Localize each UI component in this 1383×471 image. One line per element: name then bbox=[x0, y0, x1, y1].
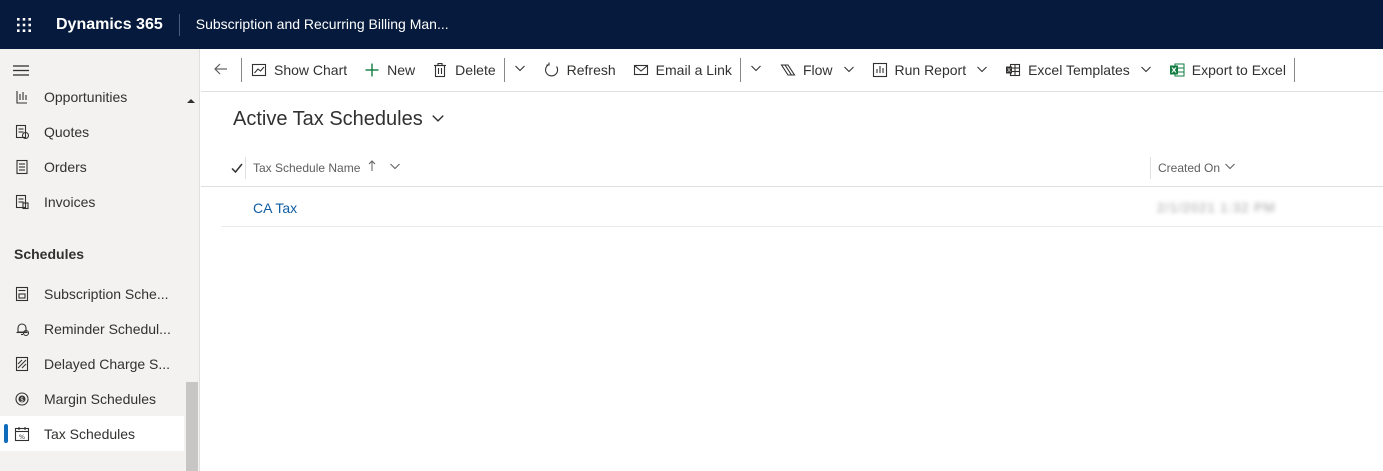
sidebar-item-label: Margin Schedules bbox=[44, 390, 157, 407]
sidebar-item-delayed-charge-schedules[interactable]: Delayed Charge S... bbox=[0, 346, 184, 381]
show-chart-label: Show Chart bbox=[274, 62, 348, 78]
table-row[interactable]: CA Tax 2/1/2021 1:32 PM bbox=[221, 188, 1383, 227]
invoice-icon bbox=[13, 193, 31, 211]
sidebar-scrollbar[interactable] bbox=[186, 382, 198, 471]
delete-button[interactable]: Delete bbox=[423, 49, 503, 92]
refresh-icon bbox=[543, 61, 561, 79]
sidebar-item-label: Opportunities bbox=[44, 88, 128, 105]
reminder-schedule-icon bbox=[13, 320, 31, 338]
command-bar: Show Chart New Delete Refresh Email a Li… bbox=[201, 49, 1383, 92]
export-excel-button[interactable]: X Export to Excel bbox=[1160, 49, 1294, 92]
sidebar-item-tax-schedules[interactable]: % Tax Schedules bbox=[0, 416, 184, 451]
column-divider bbox=[1150, 157, 1151, 179]
flow-icon bbox=[779, 61, 797, 79]
chevron-down-icon bbox=[389, 160, 401, 175]
more-email-options-button[interactable] bbox=[741, 49, 771, 92]
excel-template-icon: X bbox=[1004, 61, 1022, 79]
divider bbox=[1293, 58, 1295, 82]
svg-text:$: $ bbox=[20, 396, 24, 403]
tax-schedule-name-link[interactable]: CA Tax bbox=[253, 200, 297, 216]
chevron-down-icon bbox=[1224, 160, 1236, 175]
view-title: Active Tax Schedules bbox=[233, 108, 423, 130]
top-bar: Dynamics 365 Subscription and Recurring … bbox=[0, 0, 1383, 49]
email-link-icon bbox=[632, 61, 650, 79]
back-arrow-icon bbox=[213, 61, 229, 80]
sidebar-item-invoices[interactable]: Invoices bbox=[0, 184, 184, 219]
new-button[interactable]: New bbox=[355, 49, 423, 92]
flow-label: Flow bbox=[802, 62, 833, 78]
active-indicator bbox=[4, 424, 8, 443]
tax-schedule-icon: % bbox=[13, 425, 31, 443]
svg-text:%: % bbox=[19, 433, 25, 441]
opportunity-icon bbox=[13, 88, 31, 106]
refresh-label: Refresh bbox=[566, 62, 616, 78]
sidebar-item-label: Quotes bbox=[44, 123, 90, 140]
sidebar-item-margin-schedules[interactable]: $ Margin Schedules bbox=[0, 381, 184, 416]
chevron-down-icon bbox=[514, 61, 526, 79]
svg-text:X: X bbox=[1007, 68, 1011, 74]
grid-header: Tax Schedule Name Created On bbox=[201, 148, 1383, 187]
delayed-charge-icon bbox=[13, 355, 31, 373]
email-link-label: Email a Link bbox=[655, 62, 732, 78]
sidebar-item-label: Delayed Charge S... bbox=[44, 355, 171, 372]
chevron-down-icon bbox=[431, 108, 445, 131]
email-link-button[interactable]: Email a Link bbox=[624, 49, 740, 92]
sort-ascending-icon bbox=[367, 160, 377, 175]
excel-templates-label: Excel Templates bbox=[1028, 62, 1130, 78]
view-selector[interactable]: Active Tax Schedules bbox=[233, 108, 445, 131]
quote-icon bbox=[13, 123, 31, 141]
chart-icon bbox=[250, 61, 268, 79]
refresh-button[interactable]: Refresh bbox=[535, 49, 624, 92]
delete-label: Delete bbox=[455, 62, 496, 78]
trash-icon bbox=[431, 61, 449, 79]
sidebar-item-reminder-schedules[interactable]: Reminder Schedul... bbox=[0, 311, 184, 346]
column-divider bbox=[245, 157, 246, 179]
chevron-down-icon bbox=[843, 62, 855, 78]
app-launcher-icon[interactable] bbox=[0, 0, 48, 49]
new-label: New bbox=[387, 62, 416, 78]
chevron-down-icon bbox=[750, 61, 762, 79]
column-header-label: Created On bbox=[1158, 160, 1221, 175]
chevron-down-icon bbox=[1140, 62, 1152, 78]
margin-schedule-icon: $ bbox=[13, 390, 31, 408]
brand-name[interactable]: Dynamics 365 bbox=[48, 0, 179, 49]
more-delete-options-button[interactable] bbox=[505, 49, 535, 92]
sidebar-group-schedules: Schedules bbox=[14, 246, 85, 262]
run-report-label: Run Report bbox=[894, 62, 967, 78]
sidebar-item-quotes[interactable]: Quotes bbox=[0, 114, 184, 149]
report-icon bbox=[871, 61, 889, 79]
subscription-schedule-icon bbox=[13, 285, 31, 303]
app-title[interactable]: Subscription and Recurring Billing Man..… bbox=[180, 0, 449, 49]
hamburger-menu-icon[interactable] bbox=[12, 63, 32, 79]
sidebar-item-label: Orders bbox=[44, 158, 87, 175]
excel-templates-button[interactable]: X Excel Templates bbox=[996, 49, 1160, 92]
show-chart-button[interactable]: Show Chart bbox=[242, 49, 355, 92]
sidebar-item-subscription-schedules[interactable]: Subscription Sche... bbox=[0, 276, 184, 311]
column-header-tax-schedule-name[interactable]: Tax Schedule Name bbox=[253, 160, 401, 175]
plus-icon bbox=[363, 61, 381, 79]
column-header-created-on[interactable]: Created On bbox=[1158, 160, 1236, 175]
sidebar-item-label: Reminder Schedul... bbox=[44, 320, 171, 337]
run-report-button[interactable]: Run Report bbox=[863, 49, 997, 92]
sidebar: Opportunities Quotes Orders Invoices Sch… bbox=[0, 49, 200, 471]
select-all-checkmark-icon[interactable] bbox=[231, 161, 243, 174]
scroll-up-arrow-icon[interactable] bbox=[186, 93, 196, 103]
excel-icon: X bbox=[1168, 61, 1186, 79]
column-header-label: Tax Schedule Name bbox=[253, 160, 361, 175]
created-on-value: 2/1/2021 1:32 PM bbox=[1157, 200, 1276, 215]
chevron-down-icon bbox=[976, 62, 988, 78]
sidebar-item-label: Tax Schedules bbox=[44, 425, 136, 442]
export-excel-label: Export to Excel bbox=[1191, 62, 1286, 78]
sidebar-item-orders[interactable]: Orders bbox=[0, 149, 184, 184]
back-button[interactable] bbox=[201, 49, 241, 92]
order-icon bbox=[13, 158, 31, 176]
svg-text:X: X bbox=[1171, 67, 1177, 75]
sidebar-item-opportunities[interactable]: Opportunities bbox=[0, 79, 184, 114]
sidebar-item-label: Invoices bbox=[44, 193, 96, 210]
sidebar-item-label: Subscription Sche... bbox=[44, 285, 169, 302]
flow-button[interactable]: Flow bbox=[771, 49, 863, 92]
